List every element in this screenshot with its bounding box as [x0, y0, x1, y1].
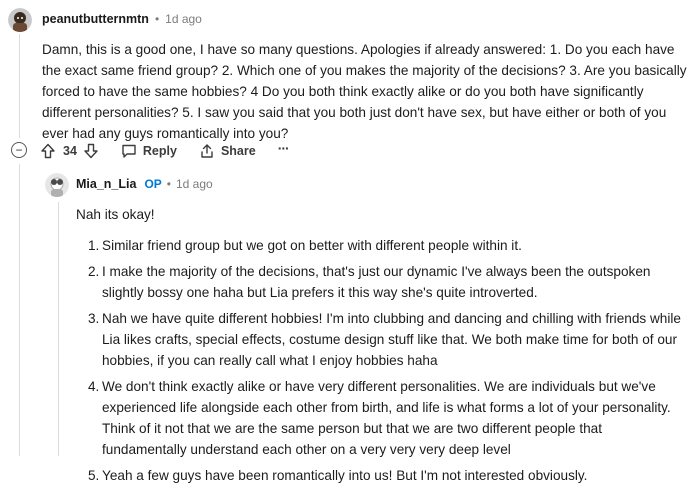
list-item: 1. Similar friend group but we got on be… — [88, 235, 690, 256]
reply-separator: • — [166, 177, 171, 191]
list-item: 2. I make the majority of the decisions,… — [88, 261, 690, 303]
more-button[interactable]: ··· — [277, 140, 290, 159]
list-item: 5. Yeah a few guys have been romanticall… — [88, 465, 690, 486]
list-item-number: 5. — [88, 468, 100, 483]
reply-author[interactable]: Mia_n_Lia — [76, 177, 136, 191]
collapse-icon: − — [15, 143, 23, 157]
reply-intro: Nah its okay! — [76, 207, 155, 222]
more-icon: ··· — [277, 140, 290, 156]
reply-body: 1. Similar friend group but we got on be… — [88, 235, 690, 491]
list-item-number: 4. — [88, 379, 100, 394]
list-item-text: We don't think exactly alike or have ver… — [102, 379, 671, 457]
upvote-icon — [40, 143, 56, 159]
share-icon — [199, 143, 215, 159]
share-button[interactable]: Share — [199, 143, 256, 159]
list-item: 4. We don't think exactly alike or have … — [88, 376, 690, 460]
action-bar: 34 Reply Share ··· — [40, 140, 290, 161]
share-label: Share — [220, 144, 256, 158]
vote-count: 34 — [63, 144, 77, 158]
op-badge: OP — [144, 177, 162, 191]
upvote-button[interactable] — [40, 143, 56, 159]
list-item-number: 1. — [88, 238, 100, 253]
header-separator: • — [154, 12, 160, 26]
reply-list: 1. Similar friend group but we got on be… — [88, 235, 690, 486]
reply-avatar[interactable] — [45, 173, 69, 197]
comment-body: Damn, this is a good one, I have so many… — [42, 42, 687, 141]
list-item-number: 3. — [88, 311, 100, 326]
downvote-button[interactable] — [83, 143, 99, 159]
comment-age[interactable]: 1d ago — [165, 12, 202, 26]
list-item-number: 2. — [88, 264, 100, 279]
reply-button[interactable]: Reply — [121, 143, 177, 159]
list-item-text: Yeah a few guys have been romantically i… — [102, 468, 588, 483]
thread-line[interactable] — [19, 34, 20, 138]
comment-bubble-icon — [121, 143, 137, 159]
reply-age[interactable]: 1d ago — [176, 177, 213, 191]
reply-header: Mia_n_Lia OP • 1d ago — [76, 177, 213, 191]
reply-label: Reply — [142, 144, 177, 158]
list-item-text: I make the majority of the decisions, th… — [102, 264, 651, 300]
comment-author[interactable]: peanutbutternmtn — [42, 12, 149, 26]
thread-line-lower[interactable] — [19, 164, 20, 456]
reply-thread-line[interactable] — [58, 202, 59, 456]
collapse-button[interactable]: − — [11, 142, 27, 158]
downvote-icon — [83, 143, 99, 159]
list-item-text: Nah we have quite different hobbies! I'm… — [102, 311, 681, 368]
avatar[interactable] — [8, 8, 32, 32]
comment-header: peanutbutternmtn • 1d ago — [42, 12, 202, 26]
list-item-text: Similar friend group but we got on bette… — [102, 238, 522, 253]
list-item: 3. Nah we have quite different hobbies! … — [88, 308, 690, 371]
